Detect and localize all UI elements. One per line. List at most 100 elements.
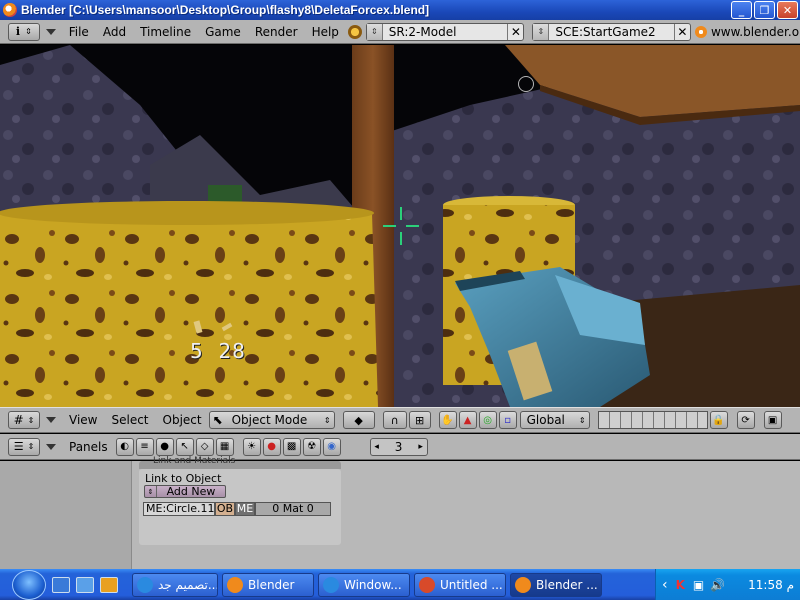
orientation-value[interactable]: Global (521, 413, 579, 427)
switch-windows-icon[interactable] (76, 576, 94, 593)
pivot-button[interactable]: ∩ (382, 411, 407, 429)
render-icon[interactable]: ▣ (763, 411, 782, 429)
object-icon[interactable]: ↖ (175, 437, 194, 456)
task-blender[interactable]: Blender (222, 572, 314, 597)
logic-icon[interactable]: ◐ (115, 437, 134, 456)
menu-render[interactable]: Render (248, 21, 305, 43)
ob-button[interactable]: OB (215, 502, 235, 516)
screen-selector[interactable]: ⇕ SR:2-Model ✕ (365, 22, 525, 41)
task-label: Blender ... (536, 577, 598, 592)
screen-name[interactable]: SR:2-Model (383, 25, 508, 39)
menu-add[interactable]: Add (96, 21, 133, 43)
game-scene (0, 45, 800, 407)
menu-select[interactable]: Select (104, 409, 155, 431)
cursor-arrow-icon: ⬉ (212, 413, 223, 427)
rotate-icon[interactable]: ◎ (478, 411, 497, 429)
translate-icon[interactable]: ▲ (458, 411, 477, 429)
screen-icon (347, 24, 362, 39)
task-label: Blender (248, 577, 295, 592)
editing-icon[interactable]: ◇ (195, 437, 214, 456)
maximize-button[interactable]: ❐ (754, 1, 775, 19)
world-icon[interactable]: ◉ (322, 437, 341, 456)
hand-icon[interactable]: ✋ (438, 411, 457, 429)
mesh-name-field[interactable]: ME:Circle.118 (143, 502, 222, 516)
task-untitled[interactable]: Untitled ... (414, 572, 506, 597)
scene-icon[interactable]: ▦ (215, 437, 234, 456)
start-button[interactable] (12, 569, 46, 600)
window-type-button[interactable]: i ⇕ (8, 22, 40, 41)
add-new-button[interactable]: ⇕ Add New (144, 485, 226, 498)
texture-icon[interactable]: ▩ (282, 437, 301, 456)
network-icon[interactable]: ▣ (693, 578, 704, 592)
scale-icon[interactable]: ▫ (498, 411, 517, 429)
panel-tab[interactable]: Link and Materials (139, 456, 341, 469)
panels-menu[interactable]: Panels (62, 436, 115, 458)
system-tray: ‹ K ▣ 🔊 11:58 م (655, 569, 800, 600)
close-button[interactable]: ✕ (777, 1, 798, 19)
editor-type-button[interactable]: # ⇕ (8, 411, 40, 429)
lamp-icon[interactable]: ☀ (242, 437, 261, 456)
mode-value[interactable]: Object Mode (226, 413, 324, 427)
material-icon[interactable]: ● (262, 437, 281, 456)
link-icon[interactable]: ⟳ (736, 411, 755, 429)
grid-icon: # (13, 413, 24, 427)
chevron-updown-icon: ⇕ (145, 486, 157, 497)
menu-file[interactable]: File (62, 21, 96, 43)
editor-type-button[interactable]: ☰ ⇕ (8, 437, 40, 456)
buttons-window-icon: ☰ (13, 440, 24, 453)
link-to-object-label: Link to Object (145, 472, 222, 485)
show-desktop-icon[interactable] (52, 576, 70, 593)
menu-view[interactable]: View (62, 409, 104, 431)
menu-timeline[interactable]: Timeline (133, 21, 198, 43)
ie-icon (323, 576, 339, 593)
collapse-menu-icon[interactable] (45, 28, 56, 35)
collapse-menu-icon[interactable] (46, 443, 56, 450)
chevron-left-icon[interactable]: ‹ (662, 577, 668, 593)
ammo-counter: 5 28 (190, 339, 246, 363)
collapse-menu-icon[interactable] (46, 417, 56, 423)
antivirus-icon[interactable]: K (676, 578, 685, 592)
menu-object[interactable]: Object (156, 409, 209, 431)
snap-button[interactable]: ⊞ (408, 411, 431, 429)
window-title: Blender [C:\Users\mansoor\Desktop\Group\… (21, 3, 430, 17)
task-blender-active[interactable]: Blender ... (510, 572, 602, 597)
chevron-right-icon[interactable]: ▸ (415, 442, 427, 452)
volume-icon[interactable]: 🔊 (710, 578, 725, 592)
task-windows-ie[interactable]: Window... (318, 572, 410, 597)
snap-icon: ⊞ (415, 413, 425, 427)
minimize-button[interactable]: _ (731, 1, 752, 19)
material-index-field[interactable]: 0 Mat 0 (255, 502, 331, 516)
chevron-left-icon[interactable]: ◂ (371, 442, 383, 452)
close-icon[interactable]: ✕ (507, 23, 523, 40)
chevron-updown-icon: ⇕ (27, 442, 35, 451)
task-ie-arabic[interactable]: تصميم جد... (132, 572, 218, 597)
mouse-cursor-icon (518, 76, 534, 92)
me-button[interactable]: ME (235, 502, 255, 516)
layer-buttons[interactable] (597, 411, 708, 429)
blender-logo-icon (694, 25, 707, 38)
frame-value[interactable]: 3 (383, 440, 415, 454)
menu-game[interactable]: Game (198, 21, 248, 43)
mode-selector[interactable]: ⬉ Object Mode ⇕ (208, 411, 335, 429)
menu-help[interactable]: Help (305, 21, 346, 43)
blender-logo-icon (515, 576, 531, 593)
panel-tab-title: Link and Materials (153, 456, 236, 466)
scene-selector[interactable]: ⇕ SCE:StartGame2 ✕ (532, 22, 691, 41)
clock[interactable]: 11:58 م (748, 578, 794, 592)
media-player-icon[interactable] (100, 576, 118, 593)
frame-field[interactable]: ◂ 3 ▸ (369, 437, 428, 456)
radiosity-icon[interactable]: ☢ (302, 437, 321, 456)
script-icon[interactable]: ≡ (135, 437, 154, 456)
shading-icon[interactable]: ● (155, 437, 174, 456)
chevron-updown-icon: ⇕ (578, 415, 586, 425)
task-label: Untitled ... (440, 577, 503, 592)
blender-url[interactable]: www.blender.or (711, 25, 800, 39)
draw-type-button[interactable]: ◆ (342, 411, 375, 429)
game-viewport[interactable]: 5 28 (0, 45, 800, 407)
scene-name[interactable]: SCE:StartGame2 (549, 25, 674, 39)
window-title-bar[interactable]: Blender [C:\Users\mansoor\Desktop\Group\… (0, 0, 800, 20)
main-menu-header: i ⇕ File Add Timeline Game Render Help ⇕… (0, 20, 800, 44)
orientation-selector[interactable]: Global ⇕ (519, 411, 590, 429)
lock-icon[interactable]: 🔒 (709, 411, 728, 429)
close-icon[interactable]: ✕ (673, 23, 690, 40)
